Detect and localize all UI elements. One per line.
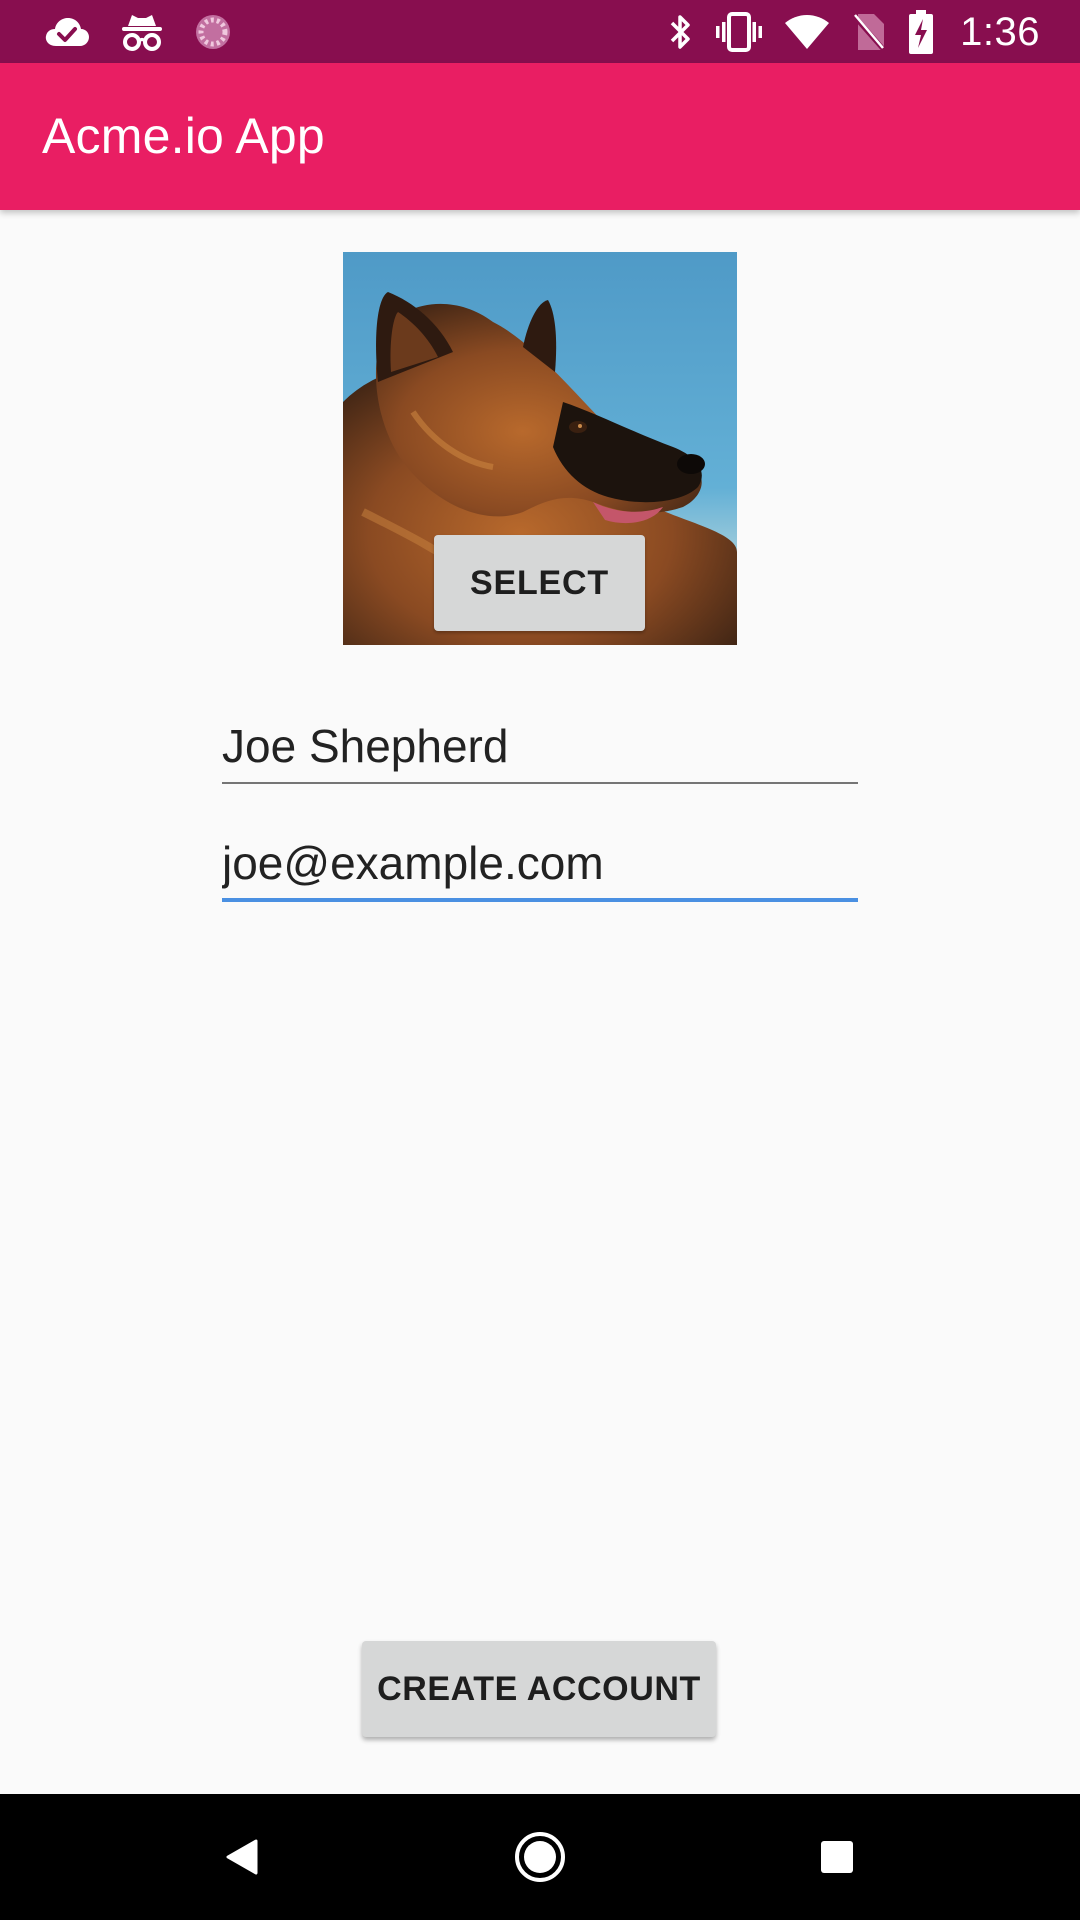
status-bar: 1:36: [0, 0, 1080, 63]
back-button[interactable]: [202, 1822, 282, 1892]
cloud-check-icon: [44, 16, 90, 48]
status-left-icons: [44, 10, 232, 54]
navigation-bar: [0, 1794, 1080, 1920]
no-sim-icon: [852, 12, 887, 52]
select-photo-button[interactable]: SELECT: [434, 535, 645, 631]
incognito-icon: [120, 12, 164, 52]
app-bar: Acme.io App: [0, 63, 1080, 210]
loading-spinner-icon: [194, 13, 232, 51]
bluetooth-icon: [668, 12, 694, 52]
screen: 1:36 Acme.io App SELECT Joe Shepherd joe…: [0, 0, 1080, 1920]
home-button[interactable]: [500, 1822, 580, 1892]
battery-charging-icon: [908, 10, 934, 54]
create-account-button[interactable]: CREATE ACCOUNT: [362, 1641, 716, 1737]
recents-button[interactable]: [797, 1822, 877, 1892]
email-field[interactable]: [222, 828, 858, 902]
vibrate-icon: [716, 12, 763, 52]
wifi-icon: [784, 14, 830, 50]
home-icon: [515, 1832, 565, 1882]
app-title: Acme.io App: [42, 108, 325, 164]
recents-icon: [821, 1841, 853, 1873]
status-time: 1:36: [960, 9, 1040, 54]
back-icon: [226, 1839, 258, 1875]
name-field[interactable]: [222, 710, 858, 784]
status-right-icons: 1:36: [668, 8, 1040, 56]
